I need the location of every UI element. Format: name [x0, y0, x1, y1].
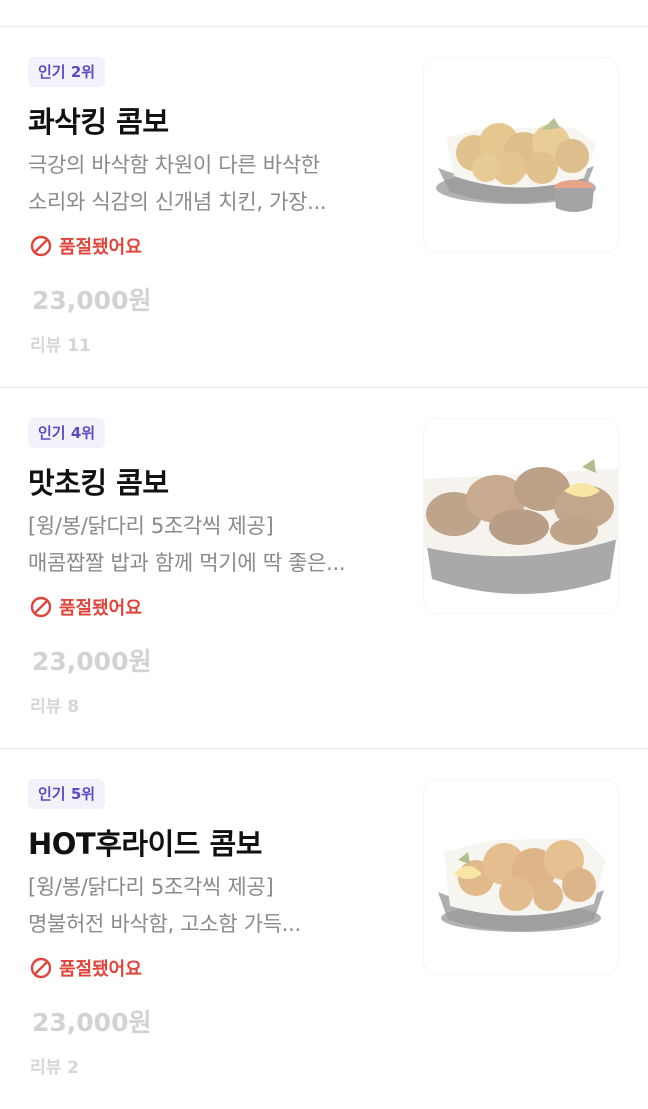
soldout-label: 품절됐어요 [59, 598, 142, 619]
soldout-label: 품절됐어요 [59, 959, 142, 980]
menu-item-kwasak-king-combo[interactable]: 인기 2위 콰삭킹 콤보 극강의 바삭함 차원이 다른 바삭한 소리와 식감의 … [0, 27, 648, 388]
menu-item-name: HOT후라이드 콤보 [28, 827, 262, 861]
price: 23,000원 [32, 1008, 152, 1037]
menu-item-name: 콰삭킹 콤보 [28, 105, 169, 139]
rank-badge: 인기 5위 [28, 779, 106, 809]
soldout-status: 품절됐어요 [30, 954, 142, 982]
menu-item-description: 극강의 바삭함 차원이 다른 바삭한 소리와 식감의 신개념 치킨, 가장... [28, 147, 388, 221]
menu-item-image [423, 57, 619, 253]
prohibited-icon [30, 235, 52, 257]
fried-chicken-basket-icon [438, 838, 606, 932]
menu-item-image [423, 418, 619, 614]
prohibited-icon [30, 957, 52, 979]
soldout-status: 품절됐어요 [30, 593, 142, 621]
menu-item-description: [윙/봉/닭다리 5조각씩 제공] 명불허전 바삭함, 고소함 가득... [28, 869, 388, 943]
description-line: 소리와 식감의 신개념 치킨, 가장... [28, 190, 327, 214]
prohibited-icon [30, 596, 52, 618]
description-line: [윙/봉/닭다리 5조각씩 제공] [28, 514, 274, 538]
price: 23,000원 [32, 286, 152, 315]
menu-item-matcho-king-combo[interactable]: 인기 4위 맛초킹 콤보 [윙/봉/닭다리 5조각씩 제공] 매콤짭짤 밥과 함… [0, 388, 648, 749]
fried-chicken-basket-icon [436, 118, 596, 212]
review-count: 리뷰 11 [30, 336, 91, 356]
rank-badge: 인기 2위 [28, 57, 106, 87]
soldout-status: 품절됐어요 [30, 232, 142, 260]
soldout-label: 품절됐어요 [59, 237, 142, 258]
description-line: [윙/봉/닭다리 5조각씩 제공] [28, 875, 274, 899]
menu-item-name: 맛초킹 콤보 [28, 466, 169, 500]
price: 23,000원 [32, 647, 152, 676]
menu-list: 인기 2위 콰삭킹 콤보 극강의 바삭함 차원이 다른 바삭한 소리와 식감의 … [0, 27, 648, 1109]
menu-item-hot-fried-combo[interactable]: 인기 5위 HOT후라이드 콤보 [윙/봉/닭다리 5조각씩 제공] 명불허전 … [0, 749, 648, 1109]
review-count: 리뷰 2 [30, 1058, 80, 1078]
menu-item-description: [윙/봉/닭다리 5조각씩 제공] 매콤짭짤 밥과 함께 먹기에 딱 좋은... [28, 508, 388, 582]
description-line: 매콤짭짤 밥과 함께 먹기에 딱 좋은... [28, 551, 346, 575]
review-count: 리뷰 8 [30, 697, 80, 717]
description-line: 명불허전 바삭함, 고소함 가득... [28, 912, 301, 936]
rank-badge: 인기 4위 [28, 418, 106, 448]
glazed-chicken-basket-icon [424, 459, 618, 613]
description-line: 극강의 바삭함 차원이 다른 바삭한 [28, 153, 320, 177]
menu-item-image [423, 779, 619, 975]
